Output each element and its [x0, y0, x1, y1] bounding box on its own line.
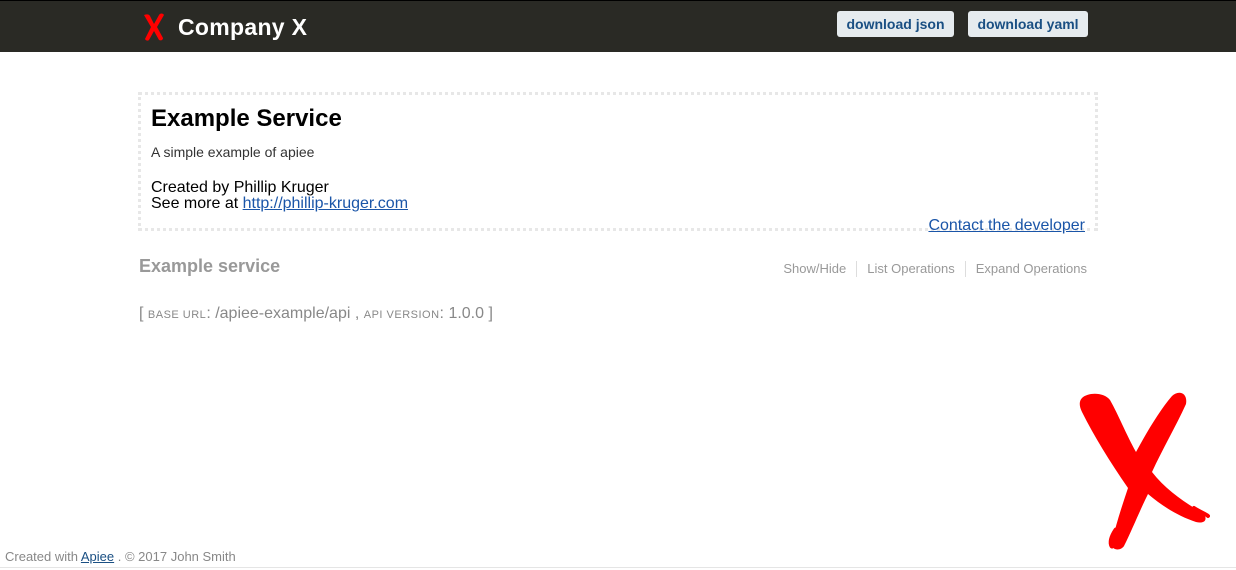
api-version-value: 1.0.0	[448, 305, 485, 322]
list-operations-link[interactable]: List Operations	[856, 261, 964, 277]
created-by-text: Created by Phillip Kruger	[151, 179, 329, 196]
service-info-box: Example Service A simple example of apie…	[138, 92, 1098, 234]
resource-name[interactable]: Example service	[139, 255, 280, 277]
author-website-link[interactable]: http://phillip-kruger.com	[243, 195, 408, 212]
download-json-button[interactable]: download json	[837, 11, 954, 37]
apiee-link[interactable]: Apiee	[81, 549, 114, 564]
footer-copyright: . © 2017 John Smith	[117, 549, 236, 564]
service-title: Example Service	[151, 105, 342, 132]
download-yaml-button[interactable]: download yaml	[968, 11, 1088, 37]
base-url-label: base url	[147, 309, 207, 321]
app-title[interactable]: Company X	[178, 12, 307, 42]
service-description: A simple example of apiee	[151, 144, 315, 160]
base-url-info: [ base url: /apiee-example/api , api ver…	[139, 305, 493, 322]
see-more-line: See more at http://phillip-kruger.com	[151, 196, 408, 212]
api-version-label: api version	[363, 309, 440, 321]
large-red-x-logo-icon	[1079, 392, 1210, 550]
contact-developer-link[interactable]: Contact the developer	[928, 217, 1085, 235]
base-url-value: /apiee-example/api	[215, 305, 351, 322]
red-x-logo-icon[interactable]	[140, 12, 168, 42]
operation-controls: Show/Hide List Operations Expand Operati…	[783, 261, 1087, 277]
top-header: Company X download json download yaml	[0, 0, 1236, 52]
expand-operations-link[interactable]: Expand Operations	[964, 261, 1087, 277]
see-more-label: See more at	[151, 195, 239, 212]
footer-prefix: Created with	[5, 549, 78, 564]
page-footer: Created with Apiee . © 2017 John Smith	[5, 549, 236, 565]
show-hide-link[interactable]: Show/Hide	[783, 261, 856, 277]
footer-divider	[0, 567, 1236, 568]
